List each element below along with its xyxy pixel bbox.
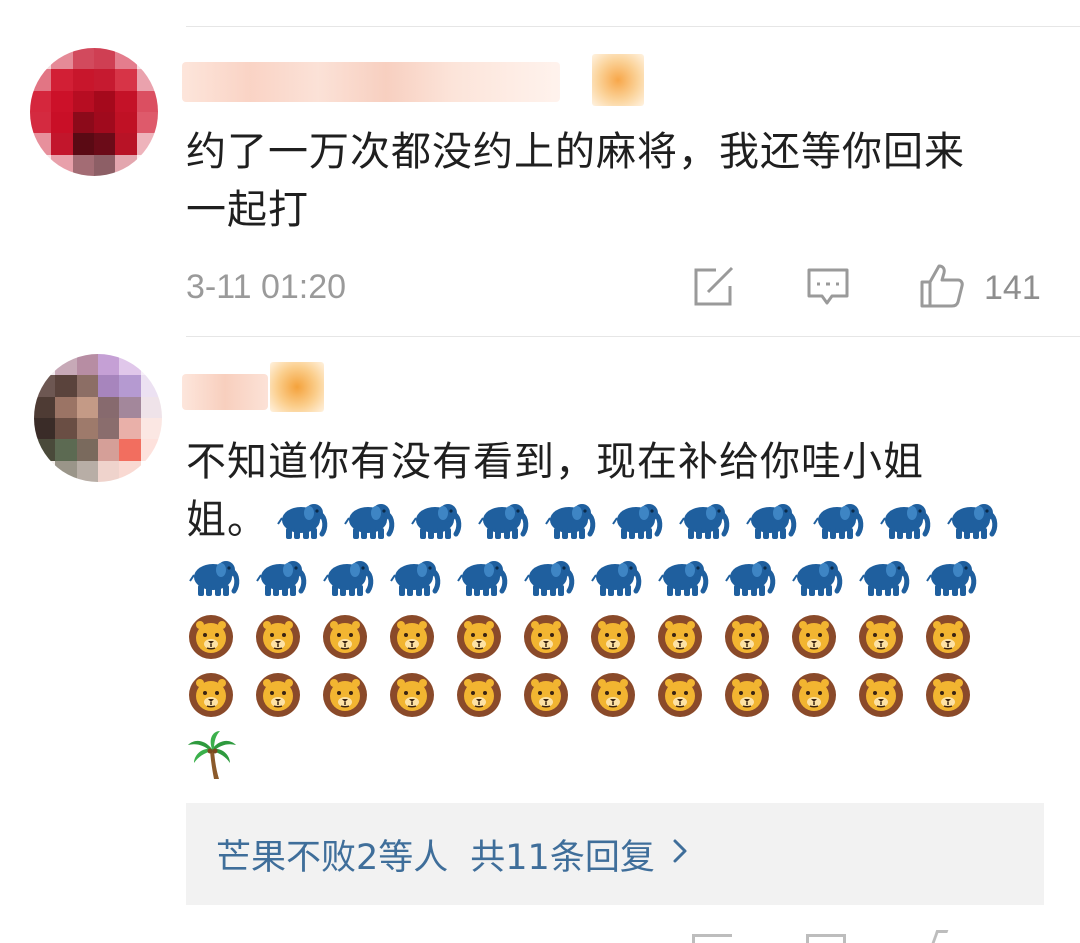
lion-emoji xyxy=(655,610,722,664)
lion-emoji xyxy=(387,668,454,722)
lion-emoji xyxy=(722,610,789,664)
elephant-emoji xyxy=(609,493,676,547)
lion-emoji xyxy=(320,668,387,722)
lion-emoji xyxy=(923,610,990,664)
comment-text-line1: 约了一万次都没约上的麻将，我还等你回来 xyxy=(186,129,965,175)
thumbs-up-icon[interactable] xyxy=(931,930,949,943)
elephant-emoji xyxy=(542,493,609,547)
elephant-emoji xyxy=(274,493,341,547)
share-button[interactable] xyxy=(692,266,736,312)
lion-emoji xyxy=(588,668,655,722)
lion-emoji xyxy=(655,668,722,722)
palm-tree-emoji xyxy=(186,728,253,782)
like-button[interactable]: 141 xyxy=(918,262,1041,314)
reply-button[interactable] xyxy=(806,266,850,312)
emoji-row-lions xyxy=(186,668,990,722)
elephant-emoji xyxy=(743,493,810,547)
avatar[interactable] xyxy=(34,354,162,482)
top-divider xyxy=(186,26,1080,27)
repliers-link[interactable]: 芒果不败2等人 xyxy=(216,829,448,880)
elephant-emoji xyxy=(454,550,521,604)
comment-icon[interactable] xyxy=(806,934,846,943)
emoji-row-lions xyxy=(186,610,990,664)
lion-emoji xyxy=(856,610,923,664)
comment-meta-row: 3-11 01:20 xyxy=(186,262,1040,312)
elephant-emoji xyxy=(944,493,1011,547)
elephant-emoji xyxy=(341,493,408,547)
share-icon[interactable] xyxy=(692,934,732,943)
comment-text-line1: 不知道你有没有看到，现在补给你哇小姐 xyxy=(186,439,924,485)
lion-emoji xyxy=(588,610,655,664)
lion-emoji xyxy=(454,668,521,722)
elephant-emoji xyxy=(320,550,387,604)
elephant-emoji xyxy=(387,550,454,604)
thumbs-up-icon xyxy=(918,262,966,314)
lion-emoji xyxy=(186,610,253,664)
elephant-emoji xyxy=(408,493,475,547)
comment-text-prefix: 姐。 xyxy=(186,497,268,543)
lion-emoji xyxy=(521,610,588,664)
lion-emoji xyxy=(789,610,856,664)
avatar[interactable] xyxy=(30,48,158,176)
chevron-right-icon xyxy=(671,834,689,874)
share-icon xyxy=(692,266,736,312)
lion-emoji xyxy=(923,668,990,722)
lion-emoji xyxy=(320,610,387,664)
lion-emoji xyxy=(186,668,253,722)
elephant-emoji xyxy=(186,550,253,604)
lion-emoji xyxy=(789,668,856,722)
lion-emoji xyxy=(387,610,454,664)
elephant-emoji xyxy=(789,550,856,604)
elephant-emoji xyxy=(923,550,990,604)
lion-emoji xyxy=(722,668,789,722)
comment-divider xyxy=(186,336,1080,337)
like-count: 141 xyxy=(984,268,1041,307)
username-blurred[interactable] xyxy=(182,62,560,102)
emoji-row-elephants xyxy=(186,550,990,604)
elephant-emoji xyxy=(856,550,923,604)
username-blurred[interactable] xyxy=(182,374,268,410)
elephant-emoji xyxy=(810,493,877,547)
level-badge-blurred xyxy=(592,54,644,106)
comment-icon xyxy=(806,266,850,312)
replies-preview-box[interactable]: 芒果不败2等人 共11条回复 xyxy=(186,803,1044,905)
elephant-emoji xyxy=(877,493,944,547)
lion-emoji xyxy=(253,610,320,664)
timestamp: 3-11 01:20 xyxy=(186,267,347,306)
elephant-emoji xyxy=(676,493,743,547)
elephant-emoji xyxy=(655,550,722,604)
lion-emoji xyxy=(454,610,521,664)
elephant-emoji xyxy=(722,550,789,604)
comment-text-line2: 一起打 xyxy=(186,187,309,233)
comment-text-line2: 姐。 xyxy=(186,490,1011,550)
level-badge-blurred xyxy=(270,362,324,412)
elephant-emoji xyxy=(253,550,320,604)
lion-emoji xyxy=(856,668,923,722)
lion-emoji xyxy=(521,668,588,722)
elephant-emoji xyxy=(521,550,588,604)
total-replies-link[interactable]: 共11条回复 xyxy=(470,829,655,880)
emoji-row-palm xyxy=(186,728,253,782)
lion-emoji xyxy=(253,668,320,722)
elephant-emoji xyxy=(475,493,542,547)
elephant-emoji xyxy=(588,550,655,604)
